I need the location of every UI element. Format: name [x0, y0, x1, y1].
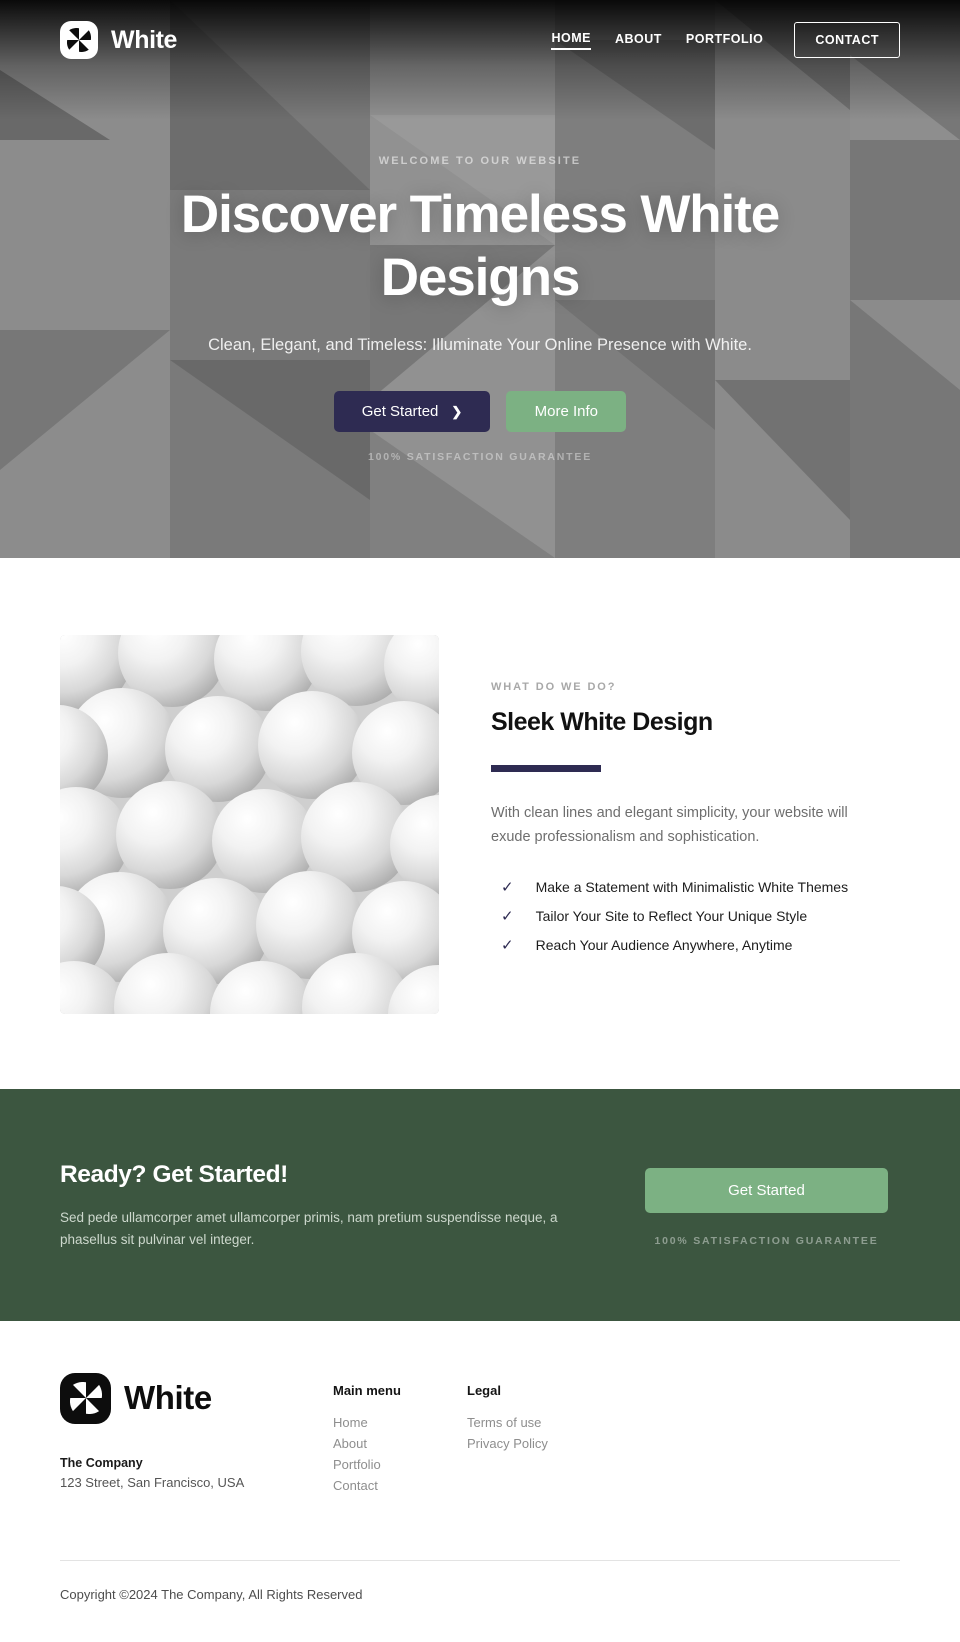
footer-link-home[interactable]: Home	[333, 1415, 467, 1430]
feature-heading: Sleek White Design	[491, 708, 713, 736]
list-item: ✓ Make a Statement with Minimalistic Whi…	[491, 879, 900, 897]
feature-checklist: ✓ Make a Statement with Minimalistic Whi…	[491, 879, 900, 955]
hero-subtitle: Clean, Elegant, and Timeless: Illuminate…	[208, 336, 752, 355]
footer-link-contact[interactable]: Contact	[333, 1478, 467, 1493]
cta-heading: Ready? Get Started!	[60, 1161, 288, 1188]
list-item: ✓ Tailor Your Site to Reflect Your Uniqu…	[491, 908, 900, 926]
hero-get-started-label: Get Started	[361, 403, 439, 421]
cta-guarantee-text: 100% SATISFACTION GUARANTEE	[654, 1235, 879, 1247]
check-icon: ✓	[501, 907, 514, 925]
hero-get-started-button[interactable]: Get Started ❯	[333, 391, 491, 433]
feature-text-block: WHAT DO WE DO? Sleek White Design With c…	[491, 635, 900, 1014]
nav-item-home[interactable]: HOME	[551, 31, 591, 50]
nav-item-portfolio[interactable]: PORTFOLIO	[686, 32, 763, 49]
nav-links: HOME ABOUT PORTFOLIO CONTACT	[551, 22, 900, 58]
contact-button[interactable]: CONTACT	[794, 22, 900, 58]
footer-link-terms[interactable]: Terms of use	[467, 1415, 601, 1430]
feature-paragraph: With clean lines and elegant simplicity,…	[491, 805, 848, 845]
hero-more-info-button[interactable]: More Info	[506, 391, 627, 433]
cta-action-block: Get Started 100% SATISFACTION GUARANTEE	[645, 1161, 888, 1247]
hero-guarantee-text: 100% SATISFACTION GUARANTEE	[367, 451, 592, 464]
footer-address: 123 Street, San Francisco, USA	[60, 1474, 245, 1490]
nav-item-about[interactable]: ABOUT	[615, 32, 662, 49]
feature-section: WHAT DO WE DO? Sleek White Design With c…	[0, 558, 960, 1089]
list-item: ✓ Reach Your Audience Anywhere, Anytime	[491, 937, 900, 955]
main-navigation: White HOME ABOUT PORTFOLIO CONTACT	[0, 0, 960, 80]
footer-brand-block: White The Company 123 Street, San Franci…	[60, 1372, 333, 1499]
cta-get-started-button[interactable]: Get Started	[645, 1168, 888, 1213]
footer: White The Company 123 Street, San Franci…	[0, 1320, 960, 1642]
list-item-label: Make a Statement with Minimalistic White…	[535, 878, 849, 895]
footer-link-privacy[interactable]: Privacy Policy	[467, 1436, 601, 1451]
pinwheel-logo-icon	[60, 21, 98, 59]
footer-link-portfolio[interactable]: Portfolio	[333, 1457, 467, 1472]
footer-column-title: Main menu	[333, 1382, 401, 1398]
cta-paragraph: Sed pede ullamcorper amet ullamcorper pr…	[60, 1210, 558, 1247]
accent-rule	[491, 765, 601, 772]
footer-column-title: Legal	[467, 1382, 501, 1398]
chevron-right-icon: ❯	[451, 403, 463, 419]
footer-column-legal: Legal Terms of use Privacy Policy	[467, 1373, 601, 1499]
hero-title: Discover Timeless White Designs	[180, 185, 780, 308]
check-icon: ✓	[501, 936, 514, 954]
footer-company-name: The Company	[60, 1455, 143, 1470]
hero-eyebrow: WELCOME TO OUR WEBSITE	[378, 155, 582, 167]
cta-text-block: Ready? Get Started! Sed pede ullamcorper…	[60, 1161, 605, 1251]
footer-column-main-menu: Main menu Home About Portfolio Contact	[333, 1373, 467, 1499]
footer-logo-brand[interactable]: White	[60, 1372, 333, 1424]
feature-kicker: WHAT DO WE DO?	[491, 681, 617, 693]
hero-content: WELCOME TO OUR WEBSITE Discover Timeless…	[0, 155, 960, 463]
brand-name: White	[111, 25, 178, 54]
white-spheres-photo	[60, 635, 439, 1014]
check-icon: ✓	[501, 878, 514, 896]
list-item-label: Tailor Your Site to Reflect Your Unique …	[535, 907, 808, 924]
footer-link-about[interactable]: About	[333, 1436, 467, 1451]
footer-top: White The Company 123 Street, San Franci…	[60, 1372, 900, 1499]
list-item-label: Reach Your Audience Anywhere, Anytime	[535, 936, 793, 953]
copyright-text: Copyright ©2024 The Company, All Rights …	[60, 1586, 363, 1602]
footer-brand-name: White	[124, 1379, 212, 1417]
hero-buttons: Get Started ❯ More Info	[0, 391, 960, 433]
pinwheel-logo-icon	[60, 1372, 111, 1424]
cta-section: Ready? Get Started! Sed pede ullamcorper…	[0, 1089, 960, 1321]
logo-brand[interactable]: White	[60, 21, 177, 59]
hero-section: White HOME ABOUT PORTFOLIO CONTACT WELCO…	[0, 0, 960, 558]
